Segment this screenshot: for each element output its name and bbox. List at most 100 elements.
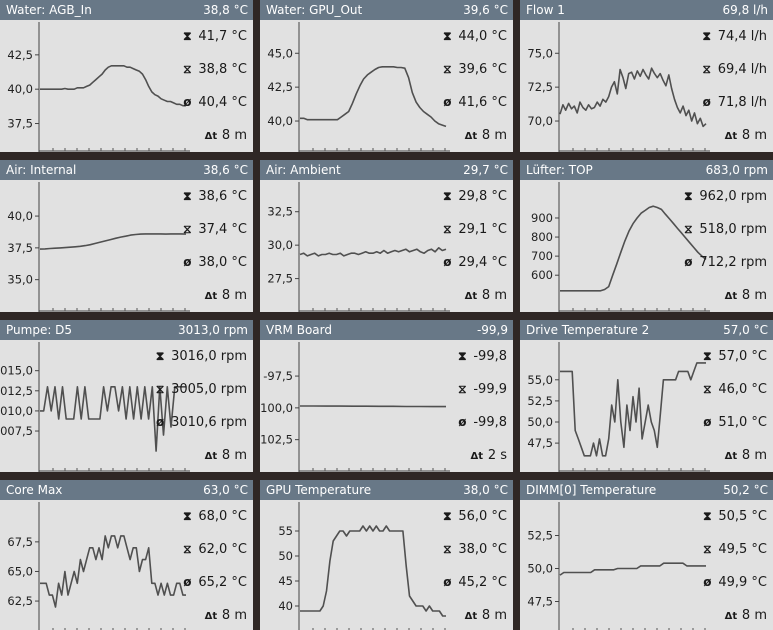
sensor-title: Lüfter: TOP — [526, 163, 593, 177]
max-value-icon: ⧗ — [443, 29, 452, 43]
min-value: 37,4 °C — [198, 222, 247, 237]
panel-header: Air: Internal 38,6 °C — [0, 160, 253, 180]
y-tick-label: 45 — [278, 574, 293, 588]
y-tick-label: 700 — [531, 249, 553, 263]
time-span-icon: Δt — [470, 451, 484, 462]
sensor-current-value: 39,6 °C — [463, 3, 508, 17]
min-value-row: ⧖ 62,0 °C — [180, 542, 247, 557]
avg-value-icon: ø — [183, 575, 192, 589]
y-tick-label: 37,5 — [7, 117, 33, 131]
time-span-row: Δt 2 s — [470, 448, 507, 463]
time-span-icon: Δt — [204, 611, 218, 622]
y-tick-label: 75,0 — [527, 46, 553, 60]
panel-header: Water: GPU_Out 39,6 °C — [260, 0, 513, 20]
sensor-current-value: 38,8 °C — [203, 3, 248, 17]
time-span: 8 m — [741, 448, 767, 463]
max-value: 962,0 rpm — [699, 189, 767, 204]
y-tick-label: 42,5 — [267, 80, 293, 94]
time-span-icon: Δt — [724, 451, 738, 462]
avg-value-icon: ø — [458, 415, 467, 429]
avg-value-row: ø 71,8 l/h — [700, 95, 767, 110]
max-value: 56,0 °C — [458, 509, 507, 524]
time-span-row: Δt 8 m — [204, 448, 247, 463]
avg-value-icon: ø — [183, 95, 192, 109]
time-span-row: Δt 8 m — [204, 608, 247, 623]
min-value: 29,1 °C — [458, 222, 507, 237]
sensor-panel-vrm-board[interactable]: VRM Board -99,9 -97,5 -100,0 -102,5 ⧗ -99,8 ⧖ -9… — [260, 320, 513, 472]
sensor-current-value: 57,0 °C — [723, 323, 768, 337]
sensor-current-value: -99,9 — [476, 323, 508, 337]
sensor-panel-core-max[interactable]: Core Max 63,0 °C 67,5 65,0 62,5 ⧗ 68,0 °C ⧖ 62,0… — [0, 480, 253, 630]
sensor-panel-water-agb-in[interactable]: Water: AGB_In 38,8 °C 42,5 40,0 37,5 ⧗ 41,7 °C… — [0, 0, 253, 152]
min-value-icon: ⧖ — [443, 542, 452, 556]
min-value-icon: ⧖ — [703, 542, 712, 556]
max-value-icon: ⧗ — [183, 189, 192, 203]
max-value: 41,7 °C — [198, 29, 247, 44]
avg-value-icon: ø — [443, 95, 452, 109]
y-tick-label: 45,0 — [267, 46, 293, 60]
min-value: 39,6 °C — [458, 62, 507, 77]
max-value-row: ⧗ 57,0 °C — [700, 349, 767, 364]
time-span-icon: Δt — [204, 131, 218, 142]
sensor-graph: 42,5 40,0 37,5 — [7, 22, 190, 152]
time-span-row: Δt 8 m — [464, 288, 507, 303]
time-span-icon: Δt — [724, 611, 738, 622]
sensor-panel-pumpe-d5[interactable]: Pumpe: D5 3013,0 rpm 3.015,0 3.012,5 3.010,0… — [0, 320, 253, 472]
time-span: 8 m — [481, 128, 507, 143]
avg-value: -99,8 — [473, 415, 507, 430]
sensor-panel-water-gpu-out[interactable]: Water: GPU_Out 39,6 °C 45,0 42,5 40,0 ⧗ 44,0 °… — [260, 0, 513, 152]
avg-value-row: ø 29,4 °C — [440, 255, 507, 270]
avg-value: 41,6 °C — [458, 95, 507, 110]
y-tick-label: 62,5 — [7, 594, 33, 608]
max-value-icon: ⧗ — [458, 349, 467, 363]
sensor-panel-dimm-0-temperature[interactable]: DIMM[0] Temperature 50,2 °C 52,5 50,0 47,5 ⧗ 5… — [520, 480, 773, 630]
y-tick-label: 37,5 — [7, 241, 33, 255]
sensor-title: Core Max — [6, 483, 63, 497]
min-value-icon: ⧖ — [183, 542, 192, 556]
sensor-panel-l-fter-top[interactable]: Lüfter: TOP 683,0 rpm 900 800 700 600 ⧗ 962,0 r… — [520, 160, 773, 312]
avg-value: 71,8 l/h — [717, 95, 767, 110]
max-value-icon: ⧗ — [183, 29, 192, 43]
max-value-row: ⧗ 29,8 °C — [440, 189, 507, 204]
series-line — [559, 562, 706, 576]
sensor-panel-air-internal[interactable]: Air: Internal 38,6 °C 40,0 37,5 35,0 ⧗ 38,6 °C… — [0, 160, 253, 312]
sensor-panel-drive-temperature-2[interactable]: Drive Temperature 2 57,0 °C 55,0 52,5 50,0 47… — [520, 320, 773, 472]
max-value-row: ⧗ -99,8 — [455, 349, 507, 364]
time-span: 2 s — [487, 448, 507, 463]
sensor-graph: 52,5 50,0 47,5 — [527, 502, 706, 630]
sensor-title: Air: Ambient — [266, 163, 341, 177]
sensor-current-value: 29,7 °C — [463, 163, 508, 177]
y-tick-label: 600 — [531, 268, 553, 282]
time-span-icon: Δt — [724, 291, 738, 302]
max-value-row: ⧗ 38,6 °C — [180, 189, 247, 204]
avg-value: 40,4 °C — [198, 95, 247, 110]
series-line — [559, 67, 707, 128]
max-value: 68,0 °C — [198, 509, 247, 524]
y-tick-label: 52,5 — [527, 528, 553, 542]
y-tick-label: 40,0 — [7, 209, 33, 223]
min-value: 49,5 °C — [718, 542, 767, 557]
avg-value-icon: ø — [702, 95, 711, 109]
min-value-icon: ⧖ — [183, 222, 192, 236]
min-value: 46,0 °C — [718, 382, 767, 397]
sensor-panel-gpu-temperature[interactable]: GPU Temperature 38,0 °C 55 50 45 40 ⧗ 56,0 °C ⧖ 3… — [260, 480, 513, 630]
avg-value-row: ø 45,2 °C — [440, 575, 507, 590]
avg-value-row: ø 712,2 rpm — [681, 255, 767, 270]
y-tick-label: 50,0 — [527, 562, 553, 576]
sensor-panel-flow-1[interactable]: Flow 1 69,8 l/h 75,0 72,5 70,0 ⧗ 74,4 l/h ⧖ 69,4… — [520, 0, 773, 152]
avg-value: 51,0 °C — [718, 415, 767, 430]
min-value-row: ⧖ 38,8 °C — [180, 62, 247, 77]
min-value-row: ⧖ 39,6 °C — [440, 62, 507, 77]
min-value: 69,4 l/h — [717, 62, 767, 77]
max-value: 3016,0 rpm — [171, 349, 247, 364]
max-value-row: ⧗ 56,0 °C — [440, 509, 507, 524]
panel-header: Drive Temperature 2 57,0 °C — [520, 320, 773, 340]
sensor-panel-air-ambient[interactable]: Air: Ambient 29,7 °C 32,5 30,0 27,5 ⧗ 29,8 °C ⧖… — [260, 160, 513, 312]
y-tick-label: 40,0 — [7, 82, 33, 96]
avg-value: 29,4 °C — [458, 255, 507, 270]
time-span-row: Δt 8 m — [724, 608, 767, 623]
min-value: 38,8 °C — [198, 62, 247, 77]
time-span: 8 m — [221, 128, 247, 143]
time-span-row: Δt 8 m — [204, 128, 247, 143]
avg-value-icon: ø — [155, 415, 165, 429]
